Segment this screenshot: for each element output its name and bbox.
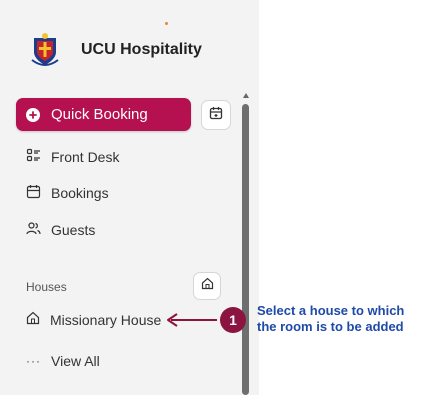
nav-item-bookings[interactable]: Bookings [26, 184, 109, 202]
callout-line-2: the room is to be added [257, 319, 404, 334]
scrollbar-thumb[interactable] [242, 104, 249, 395]
front-desk-icon [26, 148, 51, 166]
brand-name: UCU Hospitality [81, 41, 202, 58]
callout-step-badge: 1 [220, 307, 246, 333]
calendar-icon [26, 184, 51, 202]
guests-icon [26, 221, 51, 239]
callout-arrow-icon [165, 310, 220, 335]
brand[interactable]: UCU Hospitality [30, 32, 202, 68]
quick-booking-label: Quick Booking [51, 106, 148, 123]
house-item-label: Missionary House [50, 311, 162, 328]
ellipsis-icon: ··· [26, 354, 41, 368]
houses-section-label: Houses [26, 280, 67, 294]
house-item-missionary-house[interactable]: Missionary House [26, 311, 161, 328]
nav-item-guests[interactable]: Guests [26, 221, 95, 239]
house-icon [201, 277, 214, 295]
nav-item-front-desk[interactable]: Front Desk [26, 148, 119, 166]
callout-line-1: Select a house to which [257, 303, 405, 318]
nav-item-label: Front Desk [51, 149, 120, 165]
house-icon [26, 311, 50, 328]
calendar-add-icon [209, 106, 223, 125]
plus-circle-icon [26, 107, 40, 122]
sidebar: UCU Hospitality Quick Booking Front Desk [0, 0, 259, 395]
nav-item-label: Guests [51, 222, 96, 238]
view-all-label: View All [51, 353, 100, 369]
add-house-button[interactable] [193, 272, 221, 300]
view-all-link[interactable]: ··· View All [26, 353, 100, 369]
crest-logo-icon [30, 32, 60, 68]
quick-booking-button[interactable]: Quick Booking [16, 98, 191, 131]
nav-item-label: Bookings [51, 185, 109, 201]
scroll-up-arrow-icon[interactable] [243, 93, 249, 98]
notification-dot [165, 22, 168, 25]
calendar-add-button[interactable] [201, 100, 231, 130]
callout-instruction: Select a house to which the room is to b… [257, 303, 442, 335]
